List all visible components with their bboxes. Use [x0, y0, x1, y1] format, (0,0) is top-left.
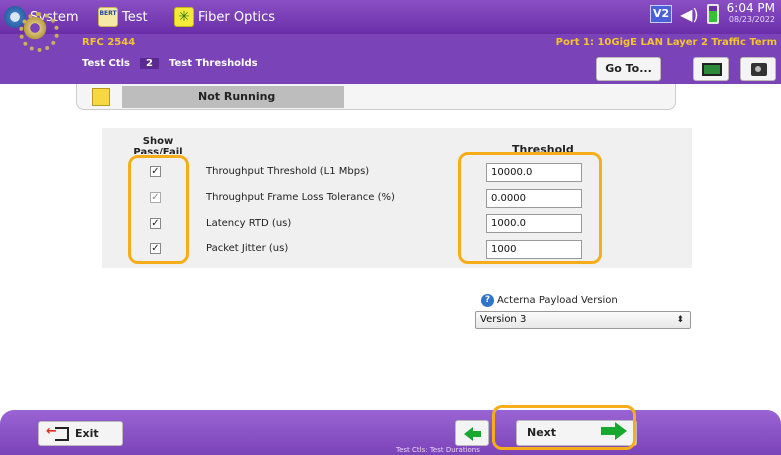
back-button[interactable]	[455, 420, 489, 446]
test-status: Not Running	[122, 86, 344, 108]
row-label-latency: Latency RTD (us)	[206, 218, 292, 229]
port-description: Port 1: 10GigE LAN Layer 2 Traffic Term	[555, 37, 777, 48]
exit-label: Exit	[75, 427, 99, 440]
test-tab[interactable]: BERT Test	[98, 5, 148, 29]
status-area: V2 ◀) 6:04 PM 08/23/2022	[650, 2, 781, 26]
payload-version-select[interactable]: Version 3 ⬍	[475, 311, 691, 329]
help-icon[interactable]: ?	[481, 294, 494, 307]
exit-button[interactable]: Exit	[38, 421, 123, 446]
payload-version-label-row: ? Acterna Payload Version	[481, 294, 618, 307]
left-arrow-icon	[464, 427, 481, 441]
threshold-panel	[102, 128, 692, 268]
results-screen-icon	[702, 63, 722, 76]
results-view-button[interactable]	[693, 57, 729, 81]
v2-icon[interactable]: V2	[650, 5, 673, 23]
payload-version-value: Version 3	[480, 314, 527, 325]
clock: 6:04 PM 08/23/2022	[727, 2, 775, 26]
test-tab-label: Test	[122, 9, 148, 25]
bert-icon: BERT	[98, 7, 118, 27]
fiber-optics-tab[interactable]: ✳ Fiber Optics	[174, 5, 275, 29]
clock-date: 08/23/2022	[728, 15, 775, 24]
camera-icon	[751, 63, 767, 76]
row-label-throughput: Throughput Threshold (L1 Mbps)	[206, 166, 370, 177]
clock-time: 6:04 PM	[726, 1, 775, 15]
breadcrumb-step-number: 2	[140, 58, 159, 69]
fiber-optics-label: Fiber Optics	[198, 9, 275, 25]
threshold-column-highlight	[458, 152, 602, 264]
payload-version-label: Acterna Payload Version	[497, 295, 618, 306]
settings-gear-icon[interactable]	[19, 12, 59, 52]
exit-icon	[46, 424, 69, 441]
fiber-optics-icon: ✳	[174, 7, 194, 27]
row-label-jitter: Packet Jitter (us)	[206, 243, 289, 254]
breadcrumb-test-ctls[interactable]: Test Ctls	[82, 58, 130, 69]
status-row: Not Running	[76, 84, 676, 110]
speaker-icon[interactable]: ◀)	[680, 5, 699, 24]
breadcrumb-page: Test Thresholds	[168, 58, 258, 69]
row-label-frame-loss: Throughput Frame Loss Tolerance (%)	[206, 192, 395, 203]
bookmark-icon[interactable]	[92, 88, 110, 106]
checkbox-column-highlight	[128, 155, 189, 264]
next-button-highlight	[492, 405, 636, 450]
select-arrow-icon: ⬍	[676, 315, 684, 325]
battery-icon	[706, 4, 719, 24]
screenshot-button[interactable]	[740, 57, 776, 81]
breadcrumb: Test Ctls 2 Test Thresholds	[82, 58, 258, 69]
show-pass-fail-header: Show Pass/Fail	[133, 136, 183, 154]
go-to-button[interactable]: Go To...	[596, 57, 661, 81]
test-name: RFC 2544	[82, 37, 136, 48]
